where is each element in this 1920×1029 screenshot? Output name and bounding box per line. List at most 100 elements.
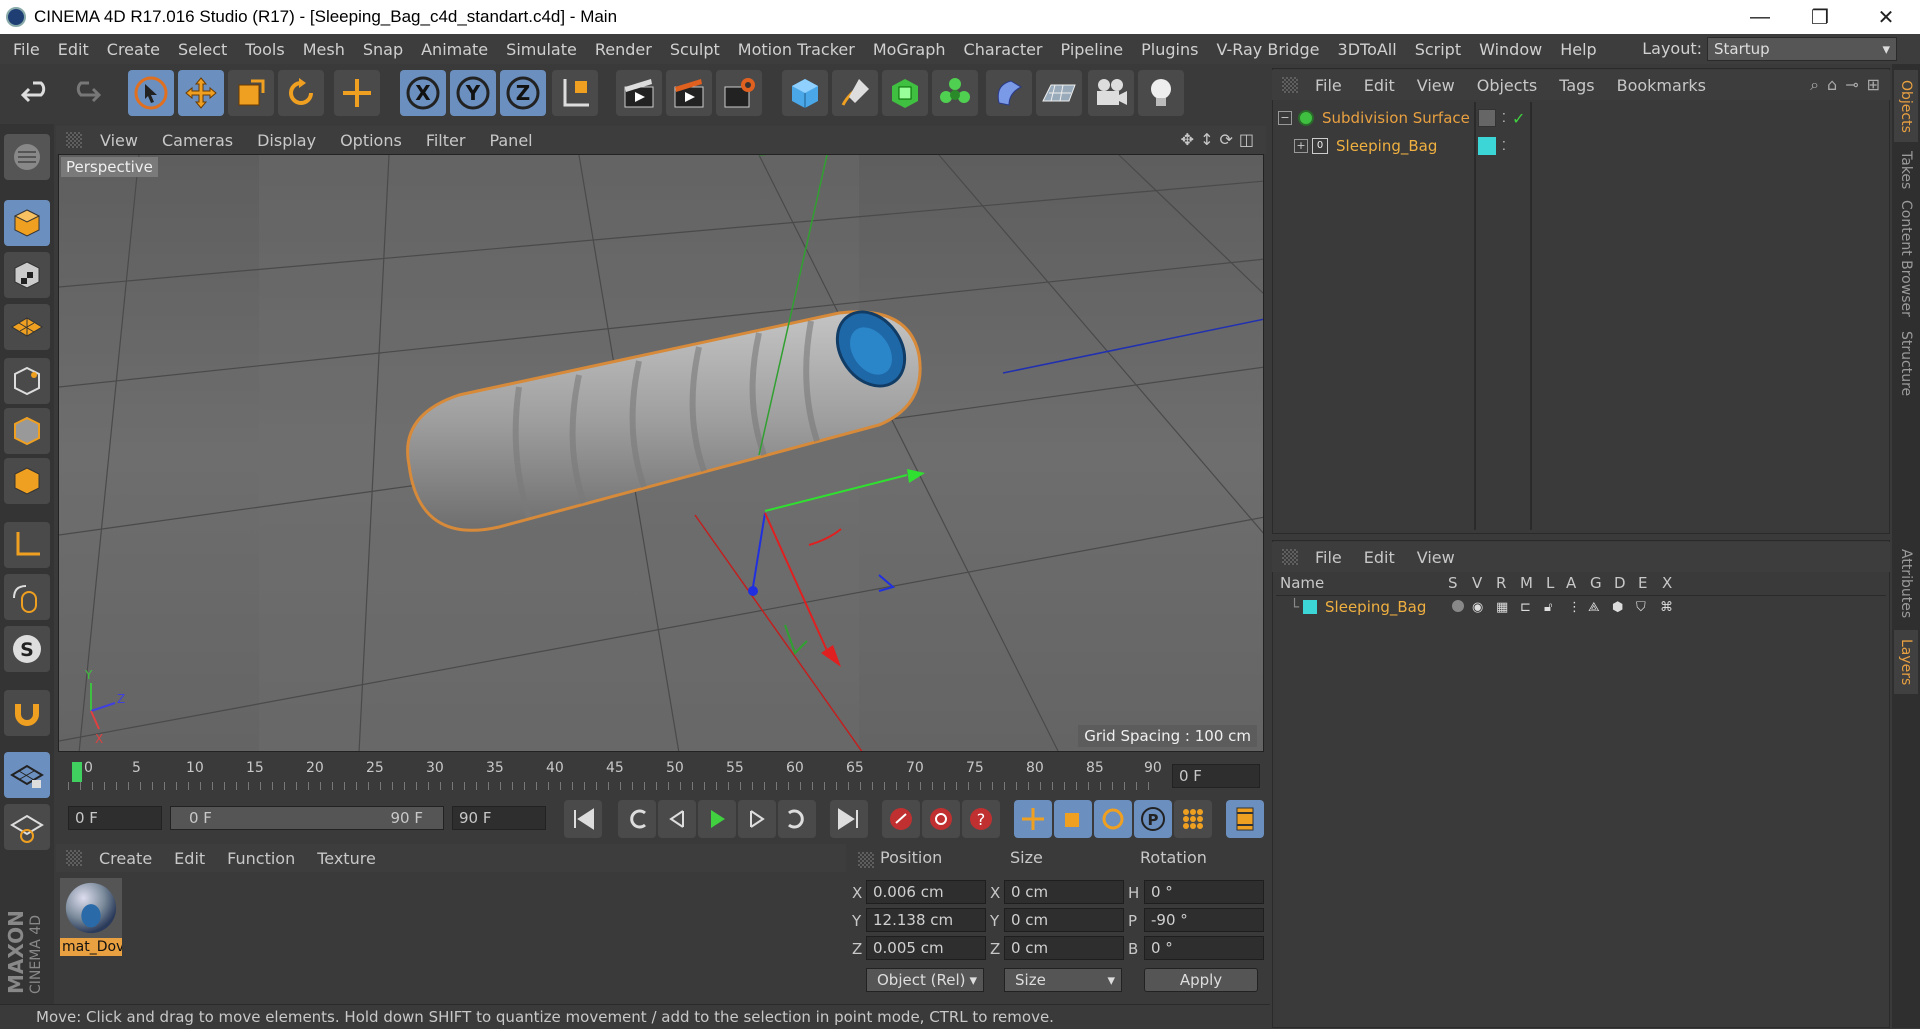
layer-menu-view[interactable]: View [1406,548,1466,567]
solo-dot-icon[interactable] [1452,600,1464,612]
add-floor-button[interactable] [1036,70,1082,116]
add-cube-button[interactable] [782,70,828,116]
object-menu-edit[interactable]: Edit [1353,76,1406,95]
viewport-menu-options[interactable]: Options [328,131,414,150]
move-tool[interactable] [178,70,224,116]
layer-menu-file[interactable]: File [1304,548,1353,567]
render-clapboard-icon[interactable]: ▦ [1496,600,1508,615]
layer-row-sleeping-bag[interactable]: └ Sleeping_Bag ◉ ▦ ⊏ 🔓︎ ⋮ ⟁ ⬢ ⛉ ⌘ [1276,596,1886,618]
pan-view-icon[interactable]: ✥ [1181,130,1194,149]
recent-tool[interactable] [334,70,380,116]
axis-mode-button[interactable] [4,522,50,568]
new-window-icon[interactable]: ⊞ [1867,75,1880,95]
menu-pipeline[interactable]: Pipeline [1052,40,1133,59]
render-picture-viewer-button[interactable] [666,70,712,116]
workplane-lock-button[interactable] [4,752,50,798]
expand-icon[interactable]: + [1294,139,1308,153]
collapse-icon[interactable]: − [1278,111,1292,125]
eye-icon[interactable]: ◉ [1472,600,1483,615]
enabled-check-icon[interactable]: ✓ [1512,109,1525,128]
column-header-animation[interactable]: A [1566,574,1576,592]
menu-animate[interactable]: Animate [412,40,497,59]
xref-icon[interactable]: ⌘ [1660,600,1673,615]
prev-keyframe-button[interactable] [618,800,656,838]
layer-color-swatch[interactable] [1303,600,1318,614]
autokeying-button[interactable] [922,800,960,838]
home-icon[interactable]: ⌂ [1827,75,1837,95]
expression-icon[interactable]: ⛉ [1636,600,1646,615]
viewport-menu-display[interactable]: Display [245,131,328,150]
menu-script[interactable]: Script [1406,40,1470,59]
column-header-xref[interactable]: X [1662,574,1672,592]
menu-3dtoall[interactable]: 3DToAll [1329,40,1406,59]
undo-button[interactable] [14,70,60,116]
timeline-window-button[interactable] [1226,800,1264,838]
object-menu-objects[interactable]: Objects [1466,76,1548,95]
layer-menu-edit[interactable]: Edit [1353,548,1406,567]
planar-workplane-button[interactable] [4,804,50,850]
tweak-mode-button[interactable] [4,574,50,620]
deformer-icon[interactable]: ⬢ [1612,600,1623,615]
lock-icon[interactable]: 🔓︎ [1544,600,1552,615]
material-menu-texture[interactable]: Texture [306,849,387,868]
tab-structure[interactable]: Structure [1894,324,1918,404]
menu-simulate[interactable]: Simulate [497,40,586,59]
y-axis-lock-button[interactable]: Y [450,70,496,116]
menu-snap[interactable]: Snap [354,40,412,59]
position-x-field[interactable]: 0.006 cm [866,880,986,904]
timeline-ruler[interactable]: 0 5 10 15 20 25 30 35 40 45 50 55 60 65 … [58,756,1264,794]
tab-objects[interactable]: Objects [1894,70,1918,142]
column-header-expressions[interactable]: E [1638,574,1647,592]
animation-icon[interactable]: ⋮ [1568,600,1581,615]
material-menu-create[interactable]: Create [88,849,163,868]
close-button[interactable]: ✕ [1856,0,1916,34]
rotation-b-field[interactable]: 0 ° [1144,936,1264,960]
add-spline-pen-button[interactable] [832,70,878,116]
record-rotation-button[interactable] [1094,800,1132,838]
menu-vray-bridge[interactable]: V-Ray Bridge [1207,40,1328,59]
visibility-dots-icon[interactable]: ⁚ [1502,111,1506,125]
menu-plugins[interactable]: Plugins [1132,40,1207,59]
link-icon[interactable]: ⊸ [1845,75,1858,95]
tab-attributes[interactable]: Attributes [1894,544,1918,624]
workplane-mode-button[interactable] [4,304,50,350]
live-selection-tool[interactable] [128,70,174,116]
object-menu-file[interactable]: File [1304,76,1353,95]
layer-color-swatch[interactable] [1478,137,1496,155]
tab-content-browser[interactable]: Content Browser [1894,198,1918,318]
add-subdivision-button[interactable] [882,70,928,116]
frame-range-slider[interactable]: 0 F 90 F [170,806,444,830]
object-menu-view[interactable]: View [1406,76,1466,95]
current-frame-field[interactable]: 0 F [1172,764,1260,788]
layer-tag-icon[interactable] [1478,109,1496,127]
go-to-start-button[interactable] [564,800,602,838]
object-menu-tags[interactable]: Tags [1548,76,1605,95]
render-view-button[interactable] [616,70,662,116]
points-mode-button[interactable] [4,358,50,404]
make-editable-button[interactable] [4,134,50,180]
restore-button[interactable]: ❐ [1790,0,1850,34]
rotation-h-field[interactable]: 0 ° [1144,880,1264,904]
position-y-field[interactable]: 12.138 cm [866,908,986,932]
maximize-view-icon[interactable]: ◫ [1239,130,1254,149]
prev-frame-button[interactable] [658,800,696,838]
object-menu-bookmarks[interactable]: Bookmarks [1606,76,1717,95]
play-button[interactable] [698,800,736,838]
generator-icon[interactable]: ⟁ [1588,600,1600,615]
menu-mesh[interactable]: Mesh [294,40,354,59]
manager-tree-icon[interactable]: ⊏ [1520,600,1531,615]
edges-mode-button[interactable] [4,408,50,454]
viewport-menu-cameras[interactable]: Cameras [150,131,245,150]
menu-mograph[interactable]: MoGraph [864,40,955,59]
next-keyframe-button[interactable] [778,800,816,838]
next-frame-button[interactable] [738,800,776,838]
menu-character[interactable]: Character [955,40,1052,59]
scale-tool[interactable] [228,70,274,116]
perspective-viewport[interactable]: Y Z X Perspective Grid Spacing : 100 cm [58,154,1264,752]
rotate-tool[interactable] [278,70,324,116]
tab-takes[interactable]: Takes [1894,148,1918,192]
minimize-button[interactable]: — [1730,0,1790,34]
menu-create[interactable]: Create [98,40,169,59]
start-frame-field[interactable]: 0 F [68,806,162,830]
object-row-sleeping-bag[interactable]: + 0 Sleeping_Bag ⁚ [1276,134,1876,158]
